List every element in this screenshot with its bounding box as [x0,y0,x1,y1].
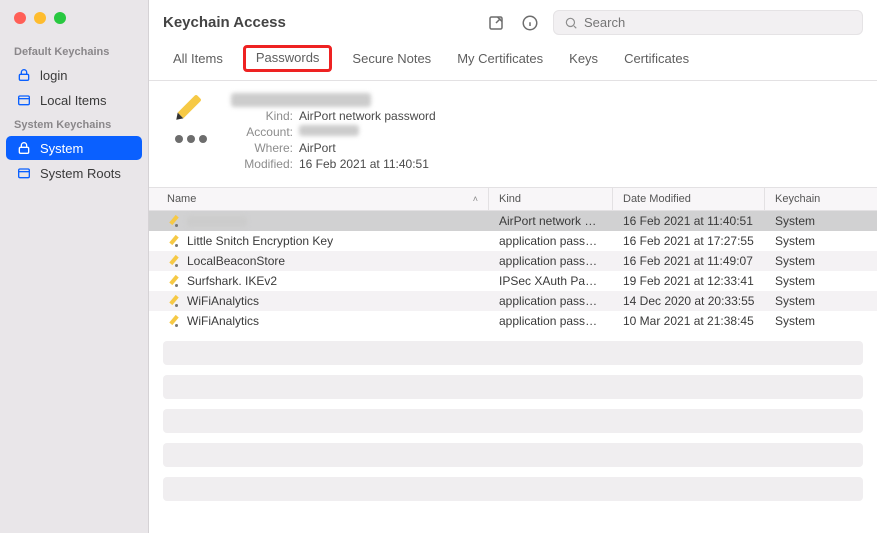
placeholder-row [163,477,863,501]
cell-name: Surfshark. IKEv2 [149,271,489,291]
tab-passwords[interactable]: Passwords [243,45,333,72]
cell-kind: application password [489,291,613,311]
placeholder-row [163,375,863,399]
cell-keychain: System [765,311,877,331]
password-icon [167,214,181,228]
cell-keychain: System [765,251,877,271]
detail-fields: Kind: AirPort network password Account: W… [231,91,436,173]
sidebar-item-local-items[interactable]: Local Items [6,88,142,112]
cell-date: 16 Feb 2021 at 11:40:51 [613,211,765,231]
info-icon [521,14,539,32]
cell-name: LocalBeaconStore [149,251,489,271]
password-icon [167,91,217,141]
main-content: Keychain Access All Items Passwords Secu… [149,0,877,533]
minimize-icon[interactable] [34,12,46,24]
cell-name-redacted [187,216,247,227]
password-icon [167,234,181,248]
search-input[interactable] [584,15,852,30]
search-field[interactable] [553,10,863,35]
cell-name: WiFiAnalytics [149,311,489,331]
table-body: AirPort network pass…16 Feb 2021 at 11:4… [149,211,877,331]
cell-keychain: System [765,211,877,231]
detail-kind-label: Kind: [231,109,293,123]
cell-date: 16 Feb 2021 at 11:49:07 [613,251,765,271]
window-controls [0,10,148,40]
tabs: All Items Passwords Secure Notes My Cert… [149,47,877,81]
table-row[interactable]: WiFiAnalyticsapplication password14 Dec … [149,291,877,311]
maximize-icon[interactable] [54,12,66,24]
tab-certificates[interactable]: Certificates [618,47,695,74]
sidebar-item-system-roots[interactable]: System Roots [6,161,142,185]
sidebar-item-label: login [40,68,67,83]
placeholder-row [163,409,863,433]
column-date[interactable]: Date Modified [613,188,765,210]
sidebar-item-system[interactable]: System [6,136,142,160]
table-row[interactable]: Surfshark. IKEv2IPSec XAuth Passw…19 Feb… [149,271,877,291]
cell-kind: IPSec XAuth Passw… [489,271,613,291]
toolbar: Keychain Access [149,0,877,47]
cell-name: Little Snitch Encryption Key [149,231,489,251]
sidebar-section-system: System Keychains [0,113,148,135]
folder-icon [16,92,32,108]
table-row[interactable]: LocalBeaconStoreapplication password16 F… [149,251,877,271]
cell-name [149,211,489,231]
password-icon [167,314,181,328]
detail-account-label: Account: [231,125,293,139]
cell-kind: application password [489,251,613,271]
table-header: Name˄ Kind Date Modified Keychain [149,188,877,211]
sidebar-item-label: System [40,141,83,156]
detail-panel: Kind: AirPort network password Account: W… [149,81,877,188]
column-keychain[interactable]: Keychain [765,188,877,210]
table-row[interactable]: AirPort network pass…16 Feb 2021 at 11:4… [149,211,877,231]
cell-keychain: System [765,271,877,291]
lock-icon [16,67,32,83]
tab-keys[interactable]: Keys [563,47,604,74]
sidebar-section-default: Default Keychains [0,40,148,62]
detail-modified-label: Modified: [231,157,293,171]
password-icon [167,294,181,308]
cell-kind: application password [489,231,613,251]
cell-date: 19 Feb 2021 at 12:33:41 [613,271,765,291]
table-row[interactable]: Little Snitch Encryption Keyapplication … [149,231,877,251]
detail-kind-value: AirPort network password [299,109,436,123]
cell-date: 14 Dec 2020 at 20:33:55 [613,291,765,311]
search-icon [564,16,578,30]
tab-my-certificates[interactable]: My Certificates [451,47,549,74]
cell-kind: AirPort network pass… [489,211,613,231]
detail-where-label: Where: [231,141,293,155]
placeholder-row [163,443,863,467]
placeholder-row [163,341,863,365]
sidebar-item-label: System Roots [40,166,121,181]
password-icon [167,254,181,268]
cell-kind: application password [489,311,613,331]
sidebar-item-login[interactable]: login [6,63,142,87]
tab-secure-notes[interactable]: Secure Notes [346,47,437,74]
column-kind[interactable]: Kind [489,188,613,210]
compose-button[interactable] [485,12,507,34]
detail-where-value: AirPort [299,141,336,155]
sidebar-item-label: Local Items [40,93,106,108]
detail-name-redacted [231,93,371,107]
sidebar: Default Keychains login Local Items Syst… [0,0,149,533]
cell-keychain: System [765,231,877,251]
info-button[interactable] [519,12,541,34]
compose-icon [487,14,505,32]
detail-account-redacted [299,125,359,136]
cell-name: WiFiAnalytics [149,291,489,311]
password-icon [167,274,181,288]
tab-all-items[interactable]: All Items [167,47,229,74]
table-row[interactable]: WiFiAnalyticsapplication password10 Mar … [149,311,877,331]
cell-keychain: System [765,291,877,311]
column-name[interactable]: Name˄ [149,188,489,210]
cell-date: 16 Feb 2021 at 17:27:55 [613,231,765,251]
cell-date: 10 Mar 2021 at 21:38:45 [613,311,765,331]
detail-modified-value: 16 Feb 2021 at 11:40:51 [299,157,429,171]
folder-icon [16,165,32,181]
sort-ascending-icon: ˄ [473,194,478,204]
close-icon[interactable] [14,12,26,24]
lock-icon [16,140,32,156]
page-title: Keychain Access [163,14,473,31]
